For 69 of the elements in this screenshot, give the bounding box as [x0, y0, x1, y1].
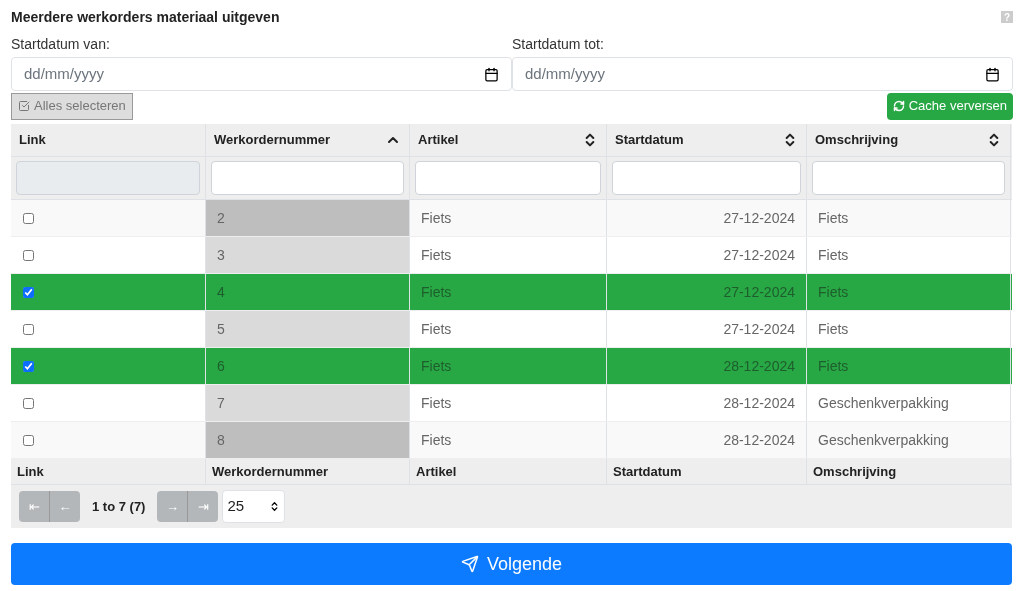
table-row[interactable]: 4 Fiets 27-12-2024 Fiets: [11, 274, 1012, 311]
table-cell-text: 27-12-2024: [723, 319, 795, 339]
table-cell-text: Fiets: [421, 319, 452, 339]
row-checkbox[interactable]: [23, 397, 34, 409]
refresh-cache-button[interactable]: Cache verversen: [886, 92, 1013, 120]
column-filter-field[interactable]: [211, 161, 404, 195]
refresh-icon: [892, 100, 905, 112]
column-header[interactable]: Link: [11, 124, 206, 156]
row-checkbox[interactable]: [23, 434, 34, 446]
table-cell-text: 27-12-2024: [723, 282, 795, 302]
table-cell-text: Fiets: [421, 430, 452, 450]
table-cell-text: 3: [217, 245, 225, 265]
page-range: 1 to 7 (7): [91, 497, 147, 516]
table-cell-text: Fiets: [818, 319, 849, 339]
table-cell-text: 6: [217, 356, 225, 376]
calendar-icon[interactable]: [484, 66, 499, 82]
page-title: Meerdere werkorders materiaal uitgeven: [11, 7, 280, 27]
column-filter-field[interactable]: [612, 161, 801, 195]
table-cell-text: Geschenkverpakking: [818, 430, 949, 450]
table-cell-text: Fiets: [818, 282, 849, 302]
column-footer: Omschrijving: [813, 461, 897, 482]
date-field[interactable]: dd/mm/yyyy: [512, 57, 1013, 91]
table-cell-text: Fiets: [421, 393, 452, 413]
table-cell-text: Fiets: [421, 245, 452, 265]
row-checkbox[interactable]: [23, 212, 34, 224]
calendar-icon[interactable]: [985, 66, 1000, 82]
column-footer: Werkordernummer: [212, 461, 329, 482]
table-cell-text: Fiets: [421, 208, 452, 228]
table-row[interactable]: 2 Fiets 27-12-2024 Fiets: [11, 200, 1012, 237]
table-cell-text: 7: [217, 393, 225, 413]
table-cell-text: Fiets: [421, 282, 452, 302]
column-filter-field[interactable]: [812, 161, 1005, 195]
table-cell-text: Fiets: [818, 356, 849, 376]
row-checkbox[interactable]: [23, 360, 34, 372]
table-row[interactable]: 7 Fiets 28-12-2024 Geschenkverpakking: [11, 385, 1012, 422]
date-field[interactable]: dd/mm/yyyy: [11, 57, 512, 91]
table-row[interactable]: 6 Fiets 28-12-2024 Fiets: [11, 348, 1012, 385]
row-checkbox[interactable]: [23, 323, 34, 335]
column-header[interactable]: Startdatum: [607, 124, 807, 156]
column-filter-field[interactable]: [415, 161, 601, 195]
column-footer: Link: [17, 461, 44, 482]
table-cell-text: 5: [217, 319, 225, 339]
table-cell-text: 28-12-2024: [723, 430, 795, 450]
table-cell-text: 28-12-2024: [723, 393, 795, 413]
column-header[interactable]: Omschrijving: [807, 124, 1011, 156]
table-cell-text: Geschenkverpakking: [818, 393, 949, 413]
row-checkbox[interactable]: [23, 249, 34, 261]
table-cell-text: Fiets: [818, 245, 849, 265]
table-cell-text: 8: [217, 430, 225, 450]
column-header[interactable]: Werkordernummer: [206, 124, 410, 156]
table-cell-text: 28-12-2024: [723, 356, 795, 376]
field-label: Startdatum tot:: [512, 35, 605, 54]
send-icon: [460, 555, 479, 573]
table-row[interactable]: 3 Fiets 27-12-2024 Fiets: [11, 237, 1012, 274]
table-cell-text: 4: [217, 282, 225, 302]
table-cell-text: Fiets: [421, 356, 452, 376]
row-checkbox[interactable]: [23, 286, 34, 298]
table-cell-text: 27-12-2024: [723, 245, 795, 265]
table-row[interactable]: 5 Fiets 27-12-2024 Fiets: [11, 311, 1012, 348]
table-row[interactable]: 8 Fiets 28-12-2024 Geschenkverpakking: [11, 422, 1012, 459]
field-label: Startdatum van:: [11, 35, 111, 54]
checkbox-icon: [18, 100, 30, 112]
table-cell-text: Fiets: [818, 208, 849, 228]
column-footer: Startdatum: [613, 461, 682, 482]
next-button[interactable]: Volgende: [11, 543, 1012, 585]
table-cell-text: 2: [217, 208, 225, 228]
column-header[interactable]: Artikel: [410, 124, 607, 156]
column-footer: Artikel: [416, 461, 457, 482]
table-cell-text: 27-12-2024: [723, 208, 795, 228]
